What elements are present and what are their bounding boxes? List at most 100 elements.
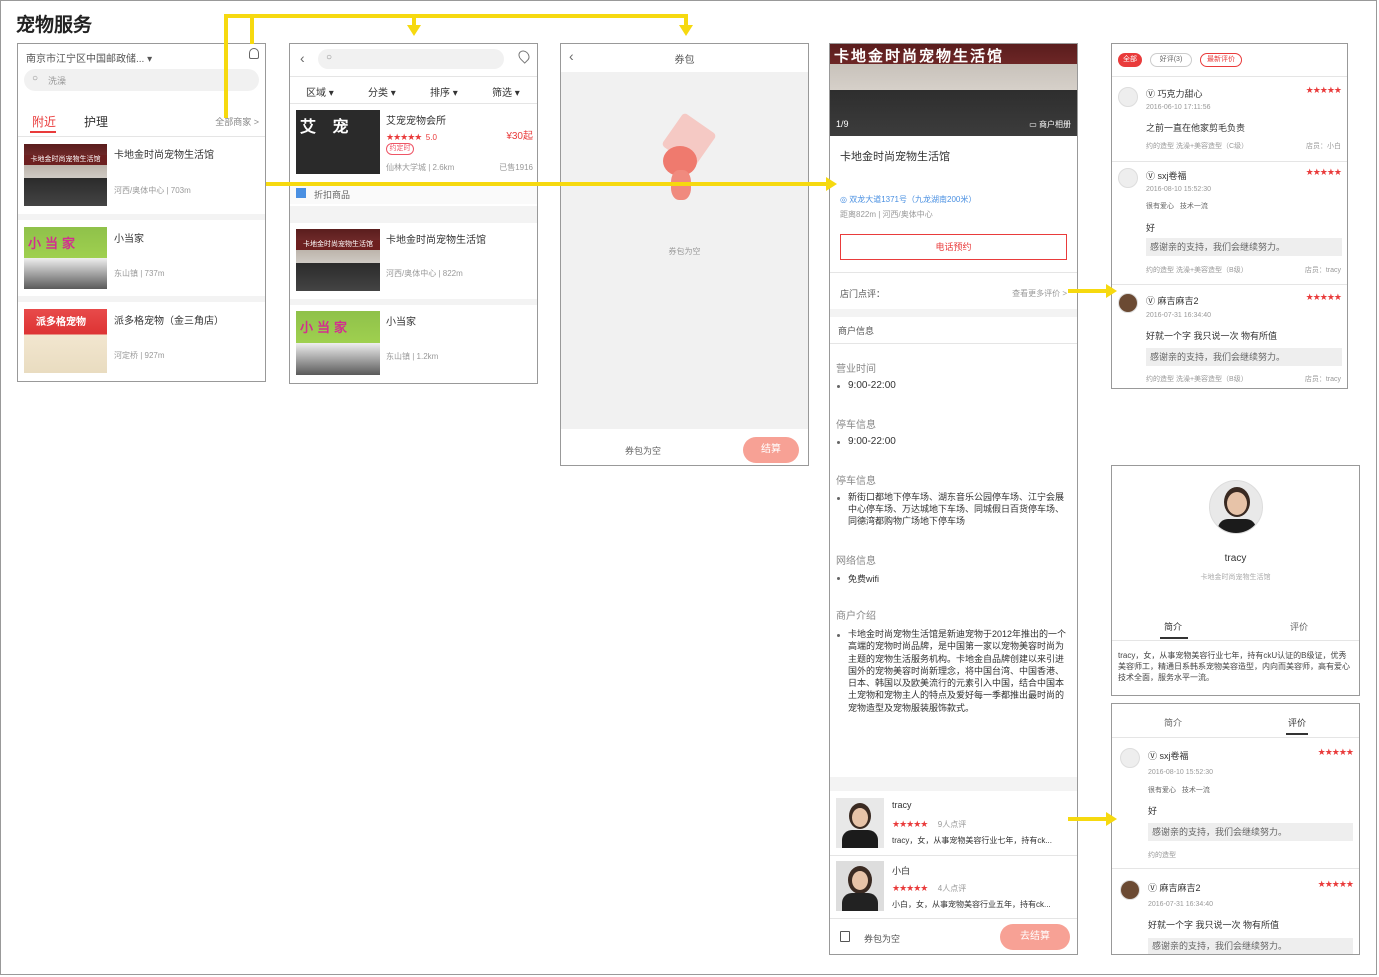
review-date: 2016-06-10 17:11:56 xyxy=(1146,104,1211,111)
review-tag: 很有爱心 xyxy=(1146,203,1174,210)
filter-sort[interactable]: 排序 ▾ xyxy=(430,84,458,99)
divider xyxy=(1112,284,1347,285)
user-line: Ⓥ 巧克力甜心 xyxy=(1146,89,1203,99)
section-gap xyxy=(830,777,1077,791)
album-label: 商户相册 xyxy=(1039,120,1071,129)
parking-detail: 新街口都地下停车场、湖东音乐公园停车场、江宁会展中心停车场、万达城地下车场、同城… xyxy=(848,492,1065,526)
groomer-photo xyxy=(836,798,884,848)
coupon-title: 券包 xyxy=(674,55,695,66)
user-line: Ⓥ 麻吉麻吉2 xyxy=(1146,296,1199,306)
discount-row[interactable]: 折扣商品 xyxy=(290,184,537,204)
bullet-icon xyxy=(837,634,840,637)
shop-list-item[interactable]: 小当家 小当家 东山镇 | 1.2km xyxy=(290,305,537,381)
bell-icon[interactable] xyxy=(249,48,259,59)
user-line: Ⓥ sxj卷福 xyxy=(1148,751,1189,761)
shop-sign-text: 派多格宠物 xyxy=(36,317,86,328)
shop-meta: 东山镇 | 1.2km xyxy=(386,352,439,361)
groomer-desc: tracy，女，从事宠物美容行业七年，持有ck... xyxy=(892,836,1053,845)
album-link[interactable]: ▭ 商户相册 xyxy=(1029,119,1071,130)
tab-nearby[interactable]: 附近 xyxy=(32,113,56,130)
shop-reply: 感谢亲的支持，我们会继续努力。 xyxy=(1146,348,1342,366)
user-name: 麻吉麻吉2 xyxy=(1157,296,1199,306)
coupon-empty-label: 券包为空 xyxy=(864,934,901,944)
tab-reviews[interactable]: 评价 xyxy=(1290,620,1308,633)
user-line: Ⓥ 麻吉麻吉2 xyxy=(1148,883,1201,893)
user-avatar xyxy=(1120,748,1140,768)
section-gap xyxy=(290,206,537,223)
filter-tab-latest[interactable]: 最新评价 xyxy=(1200,53,1242,67)
flow-arrow xyxy=(266,182,828,186)
divider xyxy=(18,136,265,137)
filter-tab-all[interactable]: 全部 xyxy=(1118,53,1142,67)
shop-name: 卡地金时尚宠物生活馆 xyxy=(114,150,214,161)
arrow-right-icon xyxy=(1106,812,1117,826)
review-text: 之前一直在他家剪毛负责 xyxy=(1146,123,1246,133)
shop-name: 派多格宠物（金三角店） xyxy=(114,316,224,327)
groomer-photo xyxy=(836,861,884,911)
sold-count: 已售1916 xyxy=(499,163,533,172)
shop-tag: 约定时 xyxy=(386,143,414,155)
review-date: 2016-07-31 16:34:40 xyxy=(1146,312,1211,319)
review-staff: 店员：小白 xyxy=(1306,143,1341,150)
filter-screen[interactable]: 筛选 ▾ xyxy=(492,84,520,99)
tab-underline xyxy=(30,131,56,133)
shop-list-item[interactable]: 卡地金时尚宠物生活馆 卡地金时尚宠物生活馆 河西/奥体中心 | 822m xyxy=(290,223,537,299)
filter-tab-good[interactable]: 好评(3) xyxy=(1150,53,1192,67)
review-tags: 很有爱心 技术一流 xyxy=(1146,201,1208,211)
all-shops-link[interactable]: 全部商家 > xyxy=(215,115,259,128)
review-service: 约的造型 xyxy=(1148,852,1176,859)
tab-reviews[interactable]: 评价 xyxy=(1288,716,1306,729)
reviews-screen: 全部 好评(3) 最新评价 Ⓥ 巧克力甜心 ★★★★★ 2016-06-10 1… xyxy=(1111,43,1348,389)
tab-underline xyxy=(1160,637,1188,639)
checkout-button[interactable]: 去结算 xyxy=(1000,924,1070,950)
page-title: 宠物服务 xyxy=(16,15,93,36)
filter-label: 分类 xyxy=(368,88,388,99)
groomer-bio: tracy，女，从事宠物美容行业七年，持有ckU认证的B级证，优秀美容师工，精通… xyxy=(1118,651,1350,682)
tab-intro[interactable]: 简介 xyxy=(1164,716,1182,729)
filter-area[interactable]: 区域 ▾ xyxy=(306,84,334,99)
search-bar[interactable]: ○ xyxy=(318,49,504,69)
flow-arrow xyxy=(1068,817,1108,821)
review-text: 好就一个字 我只说一次 物有所值 xyxy=(1146,331,1278,341)
address-text[interactable]: ◎ 双龙大道1371号（九龙湖南200米） xyxy=(840,194,976,205)
section-gap xyxy=(830,309,1077,317)
shop-name: 小当家 xyxy=(386,317,416,328)
banner-image[interactable]: 卡地金时尚宠物生活馆 1/9 ▭ 商户相册 xyxy=(830,44,1077,136)
shop-thumbnail: 卡地金时尚宠物生活馆 xyxy=(296,229,380,291)
shop-name: 小当家 xyxy=(114,234,144,245)
arrow-down-icon xyxy=(679,25,693,36)
groomer-name: tracy xyxy=(1224,553,1247,564)
back-arrow-icon[interactable]: ‹ xyxy=(300,50,305,66)
rating-row: ★★★★★ 4人点评 xyxy=(892,878,966,896)
star-rating-icon: ★★★★★ xyxy=(1317,747,1354,757)
review-staff: 店员：tracy xyxy=(1304,376,1341,383)
location-pin-icon[interactable] xyxy=(516,48,532,64)
review-service: 约的造型 洗澡+美容造型（C级） xyxy=(1146,143,1249,150)
divider xyxy=(1112,640,1359,641)
shop-list-item[interactable]: 艾 宠 艾宠宠物会所 ★★★★★ 5.0 ¥30起 约定时 仙林大学城 | 2.… xyxy=(290,106,537,178)
intro-text: 卡地金时尚宠物生活馆是新迪宠物于2012年推出的一个高端的宠物时尚品牌，是中国第… xyxy=(848,629,1067,713)
review-more-link[interactable]: 查看更多评价 > xyxy=(1012,288,1067,299)
divider xyxy=(1112,161,1347,162)
call-button[interactable]: 电话预约 xyxy=(840,234,1067,260)
checkout-button[interactable]: 结算 xyxy=(743,437,799,463)
hours-label: 营业时间 xyxy=(836,364,876,375)
shop-reply: 感谢亲的支持，我们会继续努力。 xyxy=(1148,823,1353,841)
location-selector[interactable]: 南京市江宁区中国邮政储... ▾ xyxy=(26,50,152,65)
tab-intro[interactable]: 简介 xyxy=(1164,620,1182,633)
groomer-card[interactable]: tracy ★★★★★ 9人点评 tracy，女，从事宠物美容行业七年，持有ck… xyxy=(830,793,1077,853)
groomer-card[interactable]: 小白 ★★★★★ 4人点评 小白，女，从事宠物美容行业五年，持有ck... xyxy=(830,857,1077,917)
shop-name: 卡地金时尚宠物生活馆 xyxy=(386,235,486,246)
discount-label: 折扣商品 xyxy=(314,190,351,200)
divider xyxy=(290,76,537,77)
shop-list-item[interactable]: 卡地金时尚宠物生活馆 卡地金时尚宠物生活馆 河西/奥体中心 | 703m xyxy=(18,138,265,214)
shop-list-item[interactable]: 小当家 小当家 东山镇 | 737m xyxy=(18,220,265,296)
shop-list-item[interactable]: 派多格宠物 派多格宠物（金三角店） 河定桥 | 927m xyxy=(18,302,265,378)
filter-category[interactable]: 分类 ▾ xyxy=(368,84,396,99)
arrow-down-icon xyxy=(407,25,421,36)
review-item: Ⓥ sxj卷福 ★★★★★ 2016-08-10 15:52:30 很有爱心 技… xyxy=(1112,740,1359,866)
tab-care[interactable]: 护理 xyxy=(84,113,108,130)
groomer-avatar xyxy=(1209,480,1263,534)
review-date: 2016-08-10 15:52:30 xyxy=(1146,186,1211,193)
location-text: 南京市江宁区中国邮政储... xyxy=(26,54,145,65)
